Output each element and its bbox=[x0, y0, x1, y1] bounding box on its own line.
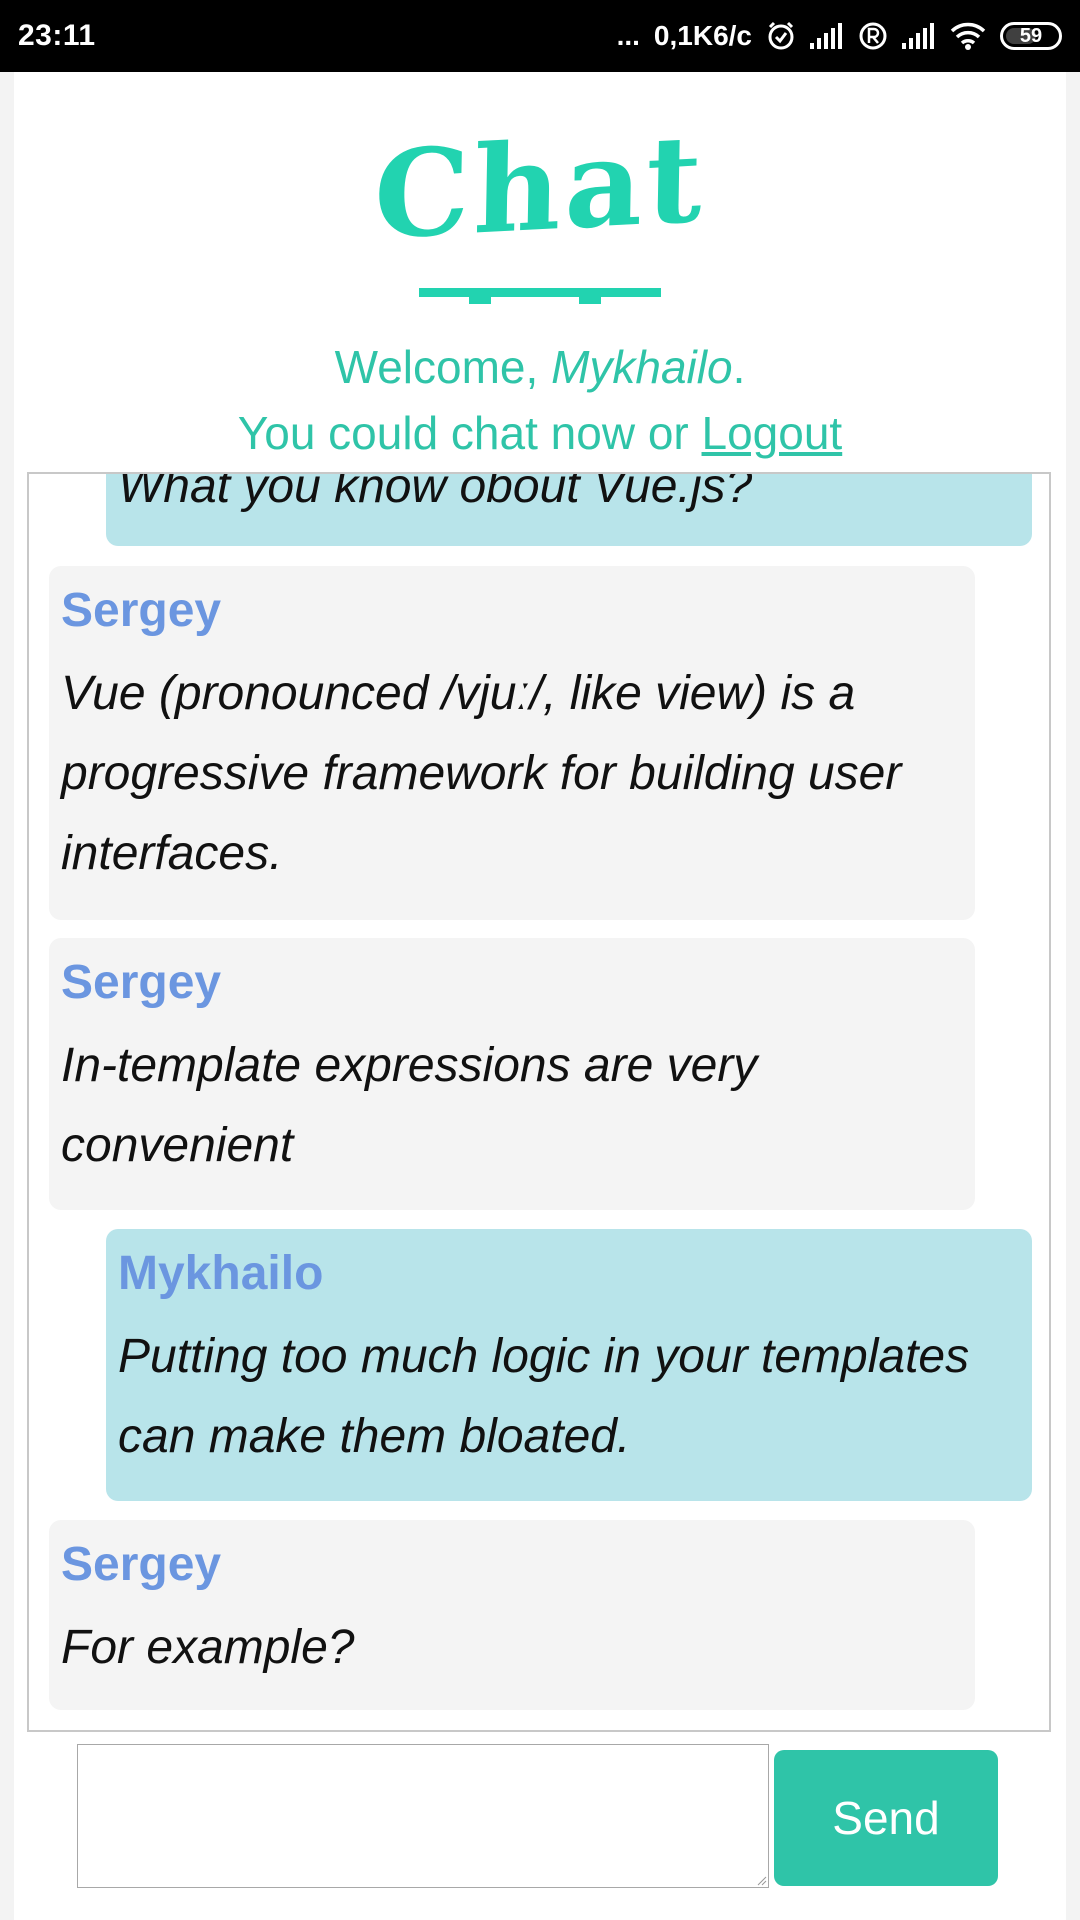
signal-icon bbox=[810, 23, 844, 49]
message-author: Sergey bbox=[61, 1538, 222, 1591]
logo-text: Chat bbox=[373, 108, 707, 267]
wifi-icon bbox=[950, 22, 986, 50]
send-button[interactable]: Send bbox=[774, 1750, 998, 1886]
message-text: For example? bbox=[61, 1621, 355, 1674]
more-indicator: ... bbox=[616, 20, 640, 51]
chat-logo: Chat bbox=[14, 108, 1066, 267]
message-text: In-template expressions are very conveni… bbox=[61, 1039, 758, 1172]
chat-prompt-line: You could chat now or Logout bbox=[14, 400, 1066, 466]
message-author: Sergey bbox=[61, 584, 222, 637]
message-author: Sergey bbox=[61, 956, 222, 1009]
status-bar: 23:11 ... 0,1K6/c 59 bbox=[0, 0, 1080, 72]
message-bubble: Sergey In-template expressions are very … bbox=[49, 938, 975, 1210]
logo-underline-icon bbox=[419, 288, 661, 304]
chat-page: Chat Welcome, Mykhailo. You could chat n… bbox=[14, 72, 1066, 1920]
message-bubble: What you know obout Vue.js? bbox=[106, 472, 1032, 546]
welcome-suffix: . bbox=[732, 341, 746, 393]
network-speed: 0,1K6/c bbox=[653, 20, 752, 51]
status-time: 23:11 bbox=[18, 19, 96, 52]
message-text: Putting too much logic in your templates… bbox=[118, 1330, 970, 1463]
message-author: Mykhailo bbox=[118, 1247, 324, 1300]
alarm-icon bbox=[766, 21, 796, 51]
status-icons: ... 0,1K6/c 59 bbox=[617, 20, 1062, 52]
logout-link[interactable]: Logout bbox=[702, 407, 843, 459]
message-bubble: Sergey Vue (pronounced /vjuː/, like view… bbox=[49, 566, 975, 920]
message-text: What you know obout Vue.js? bbox=[118, 472, 753, 513]
message-bubble: Sergey For example? bbox=[49, 1520, 975, 1710]
welcome-line: Welcome, Mykhailo. bbox=[14, 334, 1066, 400]
resize-grip-icon[interactable] bbox=[757, 1876, 767, 1886]
chat-prompt: You could chat now or bbox=[237, 407, 702, 459]
message-input[interactable] bbox=[77, 1744, 769, 1888]
signal-icon bbox=[902, 23, 936, 49]
message-text: Vue (pronounced /vjuː/, like view) is a … bbox=[61, 667, 902, 880]
battery-icon: 59 bbox=[1000, 22, 1062, 50]
welcome-prefix: Welcome, bbox=[334, 341, 552, 393]
roaming-icon bbox=[858, 21, 888, 51]
message-composer: Send bbox=[77, 1744, 1017, 1890]
user-name: Mykhailo bbox=[551, 341, 733, 393]
welcome-message: Welcome, Mykhailo. You could chat now or… bbox=[14, 334, 1066, 466]
battery-level: 59 bbox=[1019, 24, 1043, 47]
message-bubble: Mykhailo Putting too much logic in your … bbox=[106, 1229, 1032, 1501]
message-list[interactable]: What you know obout Vue.js? Sergey Vue (… bbox=[27, 472, 1051, 1732]
